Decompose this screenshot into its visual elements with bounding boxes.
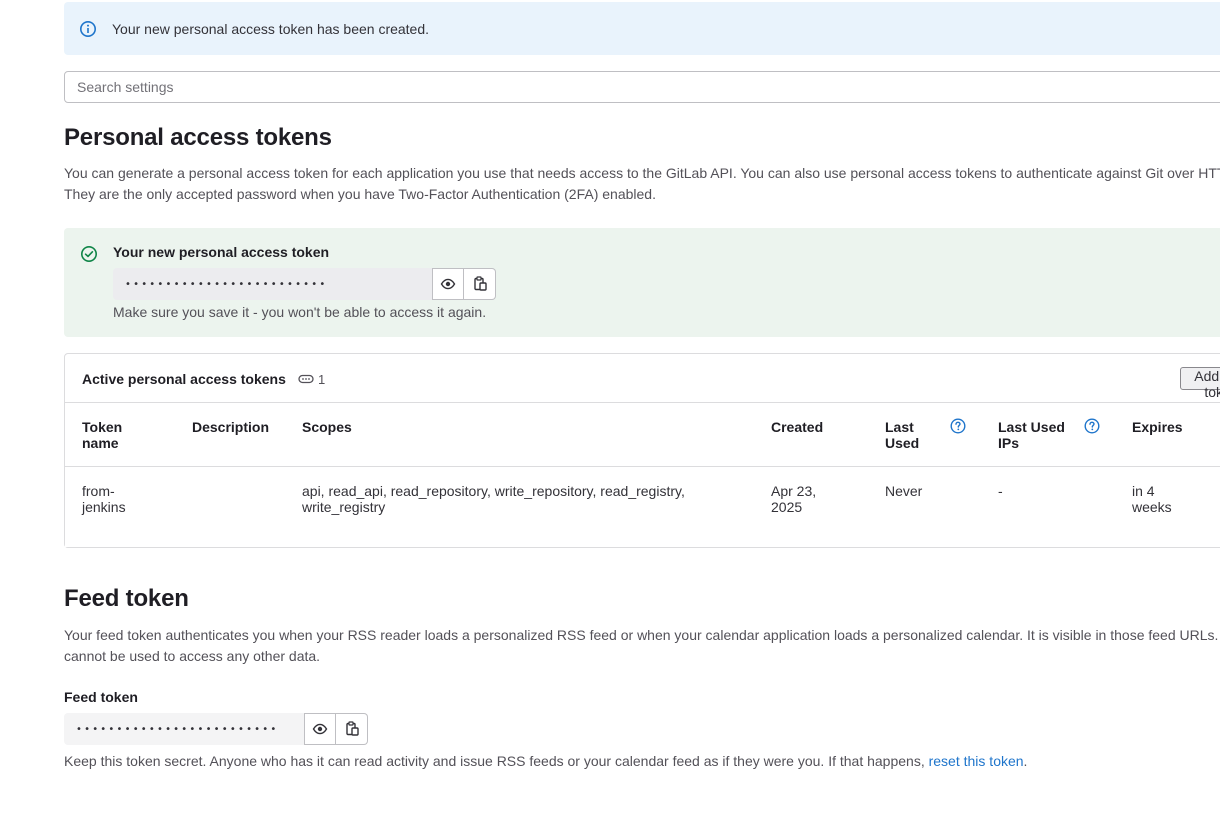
new-token-value[interactable]: ••••••••••••••••••••••••• <box>113 268 432 300</box>
col-description[interactable]: Description <box>192 419 269 435</box>
search-settings-input[interactable] <box>64 71 1220 103</box>
feed-token-field-group: ••••••••••••••••••••••••• <box>64 713 368 745</box>
new-token-field-group: ••••••••••••••••••••••••• <box>113 268 496 300</box>
reveal-feed-token-button[interactable] <box>304 713 336 745</box>
feed-token-value[interactable]: ••••••••••••••••••••••••• <box>64 713 304 745</box>
cell-created: Apr 23, 2025 <box>771 483 817 515</box>
feed-token-label: Feed token <box>64 689 138 705</box>
settings-page: Your new personal access token has been … <box>0 0 1220 826</box>
feed-token-note: Keep this token secret. Anyone who has i… <box>64 753 1028 769</box>
cell-expires: in 4 weeks <box>1132 483 1172 515</box>
eye-icon <box>312 723 328 735</box>
new-token-note: Make sure you save it - you won't be abl… <box>113 304 487 320</box>
active-tokens-title: Active personal access tokens <box>82 371 286 387</box>
col-last-used[interactable]: Last Used <box>885 419 925 451</box>
col-last-used-ips[interactable]: Last Used IPs <box>998 419 1073 451</box>
add-new-token-button[interactable]: Add new token <box>1180 367 1220 400</box>
eye-icon <box>440 278 456 290</box>
check-circle-icon <box>80 245 98 263</box>
reset-token-link[interactable]: reset this token <box>929 753 1024 769</box>
info-alert-message: Your new personal access token has been … <box>112 20 430 37</box>
new-token-alert: Your new personal access token •••••••••… <box>64 228 1220 337</box>
col-expires[interactable]: Expires <box>1132 419 1183 435</box>
col-created[interactable]: Created <box>771 419 823 435</box>
active-tokens-card: Active personal access tokens 1 Add new … <box>64 353 1220 548</box>
pat-description: You can generate a personal access token… <box>64 165 1220 202</box>
table-header: Token name Description Scopes Created La… <box>65 403 1220 467</box>
cell-last-used-ips: - <box>998 483 1003 499</box>
last-used-ips-help-icon[interactable] <box>1084 418 1100 434</box>
copy-token-button[interactable] <box>464 268 496 300</box>
info-alert: Your new personal access token has been … <box>64 2 1220 55</box>
cell-scopes: api, read_api, read_repository, write_re… <box>302 483 685 515</box>
new-token-title: Your new personal access token <box>113 244 330 260</box>
cell-last-used: Never <box>885 483 923 499</box>
col-token-name[interactable]: Token name <box>82 419 152 451</box>
page-title: Personal access tokens <box>64 124 332 151</box>
feed-description: Your feed token authenticates you when y… <box>64 627 1219 664</box>
table-row: from-jenkins api, read_api, read_reposit… <box>65 467 1220 547</box>
active-tokens-header: Active personal access tokens 1 Add new … <box>65 354 1220 403</box>
clipboard-icon <box>473 276 487 291</box>
feed-token-heading: Feed token <box>64 585 189 612</box>
clipboard-icon <box>345 721 359 736</box>
token-count: 1 <box>318 371 326 387</box>
copy-feed-token-button[interactable] <box>336 713 368 745</box>
info-icon <box>79 20 97 38</box>
last-used-help-icon[interactable] <box>950 418 966 434</box>
reveal-token-button[interactable] <box>432 268 464 300</box>
cell-token-name: from-jenkins <box>82 483 126 515</box>
token-count-badge: 1 <box>298 371 325 387</box>
col-scopes[interactable]: Scopes <box>302 419 352 435</box>
token-icon <box>298 374 314 384</box>
